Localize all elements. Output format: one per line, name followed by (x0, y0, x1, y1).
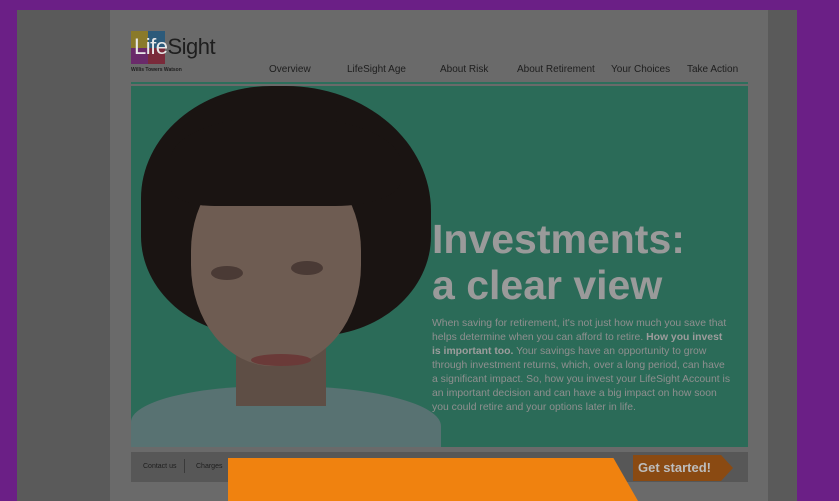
hero-headline: Investments: a clear view (432, 216, 685, 308)
logo-text-life: Life (134, 34, 168, 59)
nav-item-your-choices[interactable]: Your Choices (611, 64, 670, 75)
nav-item-about-retirement[interactable]: About Retirement (517, 64, 595, 75)
orange-overlay-shape (228, 458, 638, 501)
hero-photo-eye-right (291, 261, 323, 275)
footer-separator (184, 459, 185, 473)
nav-item-lifesight-age[interactable]: LifeSight Age (347, 64, 406, 75)
get-started-button[interactable]: Get started! (633, 455, 733, 481)
nav-item-take-action[interactable]: Take Action (687, 64, 738, 75)
hero-photo-bangs (171, 116, 401, 206)
footer-link-charges[interactable]: Charges (196, 463, 222, 470)
nav-item-about-risk[interactable]: About Risk (440, 64, 488, 75)
footer-link-contact[interactable]: Contact us (143, 463, 176, 470)
main-nav: Overview LifeSight Age About Risk About … (0, 64, 839, 78)
nav-item-overview[interactable]: Overview (269, 64, 311, 75)
hero-photo-eye-left (211, 266, 243, 280)
hero-headline-line1: Investments: (432, 216, 685, 262)
cta-label: Get started! (638, 460, 711, 475)
hero-top-rule (131, 82, 748, 84)
logo-text-sight: Sight (167, 34, 216, 59)
logo-text: LifeSight (134, 34, 216, 60)
hero-body-text: When saving for retirement, it's not jus… (432, 317, 732, 415)
hero-headline-line2: a clear view (432, 262, 663, 308)
cta-arrow-icon (721, 455, 733, 481)
hero-photo-lips (251, 354, 311, 366)
